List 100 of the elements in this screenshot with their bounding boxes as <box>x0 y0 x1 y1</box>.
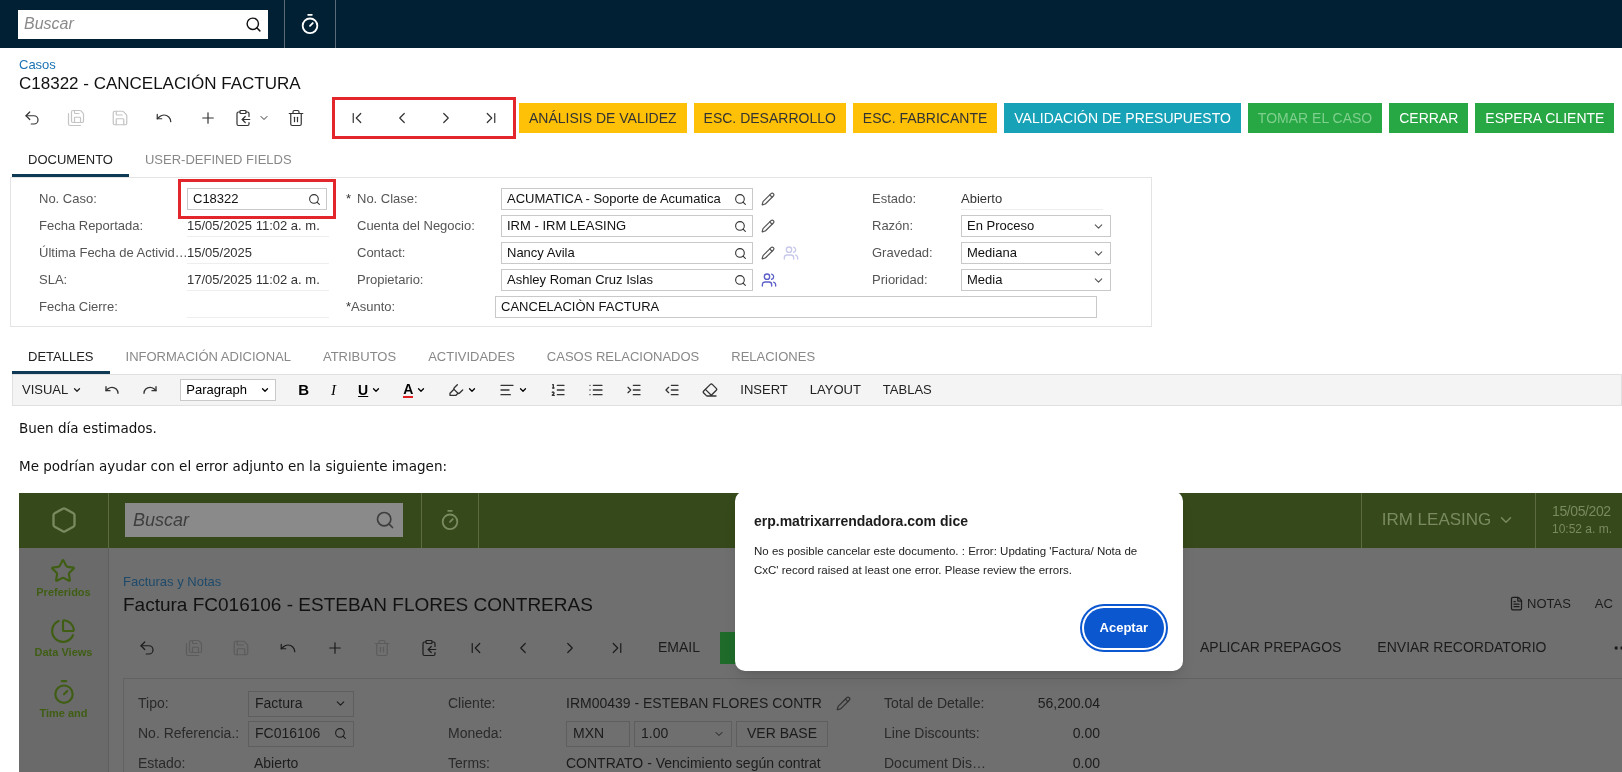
lookup-field[interactable]: Ashley Roman Cruz Islas <box>501 269 753 291</box>
email-button[interactable]: EMAIL <box>658 637 700 658</box>
tab[interactable]: RELACIONES <box>715 342 832 374</box>
search-icon[interactable] <box>308 192 321 206</box>
action-link[interactable]: APLICAR PREPAGOS <box>1200 637 1342 658</box>
edit-icon[interactable] <box>761 219 775 233</box>
tab[interactable]: USER-DEFINED FIELDS <box>129 145 308 177</box>
caret-icon <box>260 385 271 395</box>
paragraph: Buen día estimados. <box>19 419 158 438</box>
search-icon[interactable] <box>734 246 747 260</box>
select-field[interactable]: En Proceso <box>961 215 1111 237</box>
search-icon[interactable] <box>734 219 747 233</box>
field-label: Contact: <box>357 244 407 263</box>
field-label: Total de Detalle: <box>884 694 986 713</box>
lookup-field[interactable]: Nancy Avila <box>501 242 753 264</box>
font-color-button[interactable]: A <box>403 382 414 398</box>
action-button[interactable]: ESC. DESARROLLO <box>693 103 846 133</box>
required-mark: * <box>346 299 352 315</box>
field-value: IRM00439 - ESTEBAN FLORES CONTR <box>566 694 823 713</box>
toolbar-menu[interactable]: INSERT <box>740 380 788 400</box>
search-field[interactable]: Buscar <box>18 9 268 39</box>
timer-icon[interactable] <box>299 13 321 35</box>
field-label: Estado: <box>872 190 918 209</box>
lookup-field[interactable]: ACUMATICA - Soporte de Acumatica <box>501 188 753 210</box>
caret-icon <box>371 385 382 395</box>
select-field[interactable]: Factura <box>248 690 354 717</box>
text-field[interactable]: CANCELACIÒN FACTURA <box>495 296 1098 318</box>
view-base-button[interactable]: VER BASE <box>736 720 828 747</box>
field-label: SLA: <box>39 271 69 290</box>
breadcrumb-link[interactable]: Casos <box>19 57 1603 72</box>
highlighter-icon[interactable] <box>448 382 465 398</box>
action-button[interactable]: ESPERA CLIENTE <box>1475 103 1615 133</box>
field-label: Asunto: <box>351 298 397 317</box>
action-button[interactable]: ESC. FABRICANTE <box>852 103 998 133</box>
search-icon <box>375 510 395 530</box>
paragraph: Me podrían ayudar con el error adjunto en la siguiente imagen: <box>19 457 448 477</box>
required-mark: * <box>346 191 352 207</box>
page-title: C18322 - CANCELACIÓN FACTURA <box>19 73 302 95</box>
underline-button[interactable]: U <box>358 379 369 401</box>
field-label: Document Dis… <box>884 754 987 772</box>
toolbar-link[interactable]: AC <box>1594 593 1613 613</box>
caret-icon <box>72 385 83 395</box>
indent-icon[interactable] <box>626 382 643 398</box>
field-label: Tipo: <box>138 694 170 713</box>
eraser-icon[interactable] <box>702 382 719 398</box>
field-label: Razón: <box>872 217 915 236</box>
field-label: Fecha Cierre: <box>39 298 119 317</box>
select-field[interactable]: Media <box>961 269 1111 291</box>
select-field[interactable]: Mediana <box>961 242 1111 264</box>
page-title: Factura FC016106 - ESTEBAN FLORES CONTRERAS <box>123 593 593 617</box>
tab[interactable]: CASOS RELACIONADOS <box>530 342 716 374</box>
field-label: Cliente: <box>448 694 497 713</box>
copy-icon[interactable] <box>234 109 252 127</box>
back-icon[interactable] <box>23 109 41 127</box>
field-label: Última Fecha de Activid… <box>39 244 187 263</box>
field-label: No. Referencia.: <box>138 724 241 743</box>
toolbar-menu[interactable]: LAYOUT <box>809 380 861 400</box>
notes-link[interactable]: NOTAS <box>1509 593 1571 613</box>
lookup-field[interactable]: FC016106 <box>248 720 354 747</box>
field-label: Terms: <box>448 754 491 772</box>
field-value: 15/05/2025 11:02 a. m. <box>187 215 329 237</box>
numbered-list-icon[interactable] <box>550 382 567 398</box>
action-button[interactable]: VALIDACIÓN DE PRESUPUESTO <box>1004 103 1241 133</box>
search-icon[interactable] <box>734 273 747 287</box>
field-value: CONTRATO - Vencimiento según contrat <box>566 754 821 772</box>
teams-icon[interactable] <box>761 272 777 288</box>
paragraph-select[interactable]: Paragraph <box>180 379 277 401</box>
search-field[interactable]: Buscar <box>125 503 403 537</box>
company-selector[interactable]: IRM LEASING <box>1381 507 1516 533</box>
italic-button[interactable]: I <box>331 378 337 402</box>
lookup-field[interactable]: C18322 <box>187 188 327 210</box>
currency-field[interactable]: MXN <box>566 720 630 747</box>
add-icon[interactable] <box>199 109 217 127</box>
breadcrumb-link[interactable]: Facturas y Notas <box>123 571 222 591</box>
toolbar-menu[interactable]: TABLAS <box>882 380 932 400</box>
lookup-field[interactable]: IRM - IRM LEASING <box>501 215 753 237</box>
caret-icon <box>518 385 529 395</box>
outdent-icon[interactable] <box>664 382 681 398</box>
tab[interactable]: ATRIBUTOS <box>306 342 413 374</box>
delete-icon[interactable] <box>287 109 305 127</box>
action-button[interactable]: CERRAR <box>1389 103 1469 133</box>
rate-select[interactable]: 1.00 <box>634 720 732 747</box>
field-label: No. Caso: <box>39 190 98 209</box>
bold-button[interactable]: B <box>298 378 310 402</box>
search-icon[interactable] <box>734 192 747 206</box>
tab[interactable]: ACTIVIDADES <box>412 342 531 374</box>
visual-menu[interactable]: VISUAL <box>22 380 83 400</box>
tab[interactable]: DOCUMENTO <box>12 145 129 177</box>
time-text: 10:52 a. m. <box>1552 521 1614 538</box>
bullet-list-icon[interactable] <box>588 382 605 398</box>
tab[interactable]: INFORMACIÓN ADICIONAL <box>109 342 307 374</box>
field-label: Propietario: <box>357 271 425 290</box>
edit-icon[interactable] <box>761 192 775 206</box>
field-value: 15/05/2025 <box>187 242 329 264</box>
field-value: 56,200.04 <box>1036 694 1100 713</box>
star-icon[interactable] <box>50 557 77 584</box>
action-button[interactable]: ANÁLISIS DE VALIDEZ <box>519 103 687 133</box>
edit-icon[interactable] <box>761 246 775 260</box>
align-icon[interactable] <box>499 382 516 398</box>
action-link[interactable]: ENVIAR RECORDATORIO <box>1377 637 1547 658</box>
